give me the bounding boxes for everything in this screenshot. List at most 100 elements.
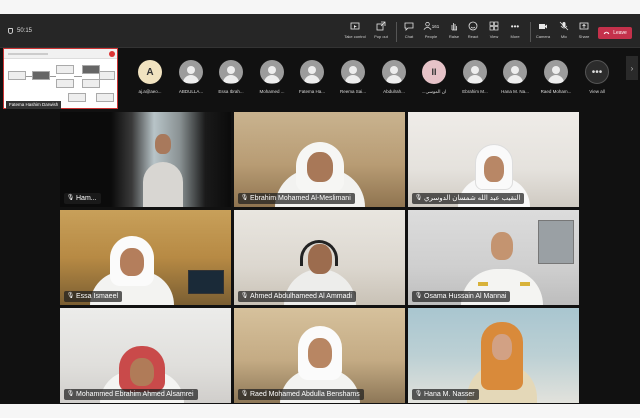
raise-label: Raise	[448, 34, 460, 39]
participant-avatar[interactable]: ABDULLA...	[171, 60, 211, 94]
view-all-label: View all	[589, 89, 605, 94]
diagram-box	[82, 79, 100, 88]
monitor	[188, 270, 224, 294]
tile-name: Ham...	[76, 195, 97, 202]
video-tile[interactable]: 🎙 Osama Hussain Al Mannai	[408, 210, 579, 305]
video-grid: 🎙 Ham... 🎙 Ebrahim Mohamed Al-Meslimani …	[60, 112, 580, 404]
participant-name: Ebrahim M...	[462, 89, 488, 94]
tile-name: Osama Hussain Al Mannai	[424, 293, 507, 300]
tile-name: Ahmed Abdulhameed Al Ammadi	[250, 293, 352, 300]
view-label: View	[489, 34, 499, 39]
person-face	[306, 152, 333, 182]
avatar-initial: A	[138, 60, 162, 84]
participant-avatar[interactable]: Reema Sai...	[333, 60, 373, 94]
participant-avatar[interactable]: Raed Moham...	[536, 60, 576, 94]
video-tile[interactable]: 🎙 Ebrahim Mohamed Al-Meslimani	[234, 112, 405, 207]
window-frame	[538, 220, 574, 264]
tile-name: Ebrahim Mohamed Al-Meslimani	[250, 195, 351, 202]
avatar	[179, 60, 203, 84]
video-tile[interactable]: 🎙 النقيب عبد الله شمسان الدوسري	[408, 112, 579, 207]
tile-name: النقيب عبد الله شمسان الدوسري	[424, 195, 521, 202]
avatar	[300, 60, 324, 84]
view-all-button[interactable]: ••• View all	[577, 60, 617, 94]
pop-out-icon	[376, 21, 386, 31]
diagram-arrow	[74, 76, 82, 77]
participant-avatar[interactable]: Hana M. Na...	[495, 60, 535, 94]
diagram-box	[32, 71, 50, 80]
camera-label: Camera	[535, 34, 551, 39]
mic-label: Mic	[560, 34, 568, 39]
participant-name: Hana M. Na...	[501, 89, 529, 94]
participant-name: Fatema Ha...	[298, 89, 325, 94]
participant-avatar[interactable]: Ebrahim M...	[455, 60, 495, 94]
more-label: More	[510, 34, 520, 39]
person-face	[130, 358, 155, 386]
person-face	[492, 334, 513, 360]
person-face	[483, 156, 504, 182]
person-face	[491, 232, 514, 260]
person-figure	[142, 162, 183, 207]
mic-icon: 🎙	[66, 195, 75, 201]
leave-button[interactable]: Leave	[598, 27, 632, 39]
avatar	[219, 60, 243, 84]
video-tile[interactable]: 🎙 Raed Mohamed Abdulla Benshams	[234, 308, 405, 403]
more-button[interactable]: ••• More	[502, 20, 528, 44]
tile-name: Raed Mohamed Abdulla Benshams	[250, 391, 360, 398]
shared-screen-thumbnail[interactable]: Fatema Hashim Darwish	[3, 48, 118, 109]
mic-icon: 🎙	[414, 293, 423, 299]
participant-name-tag: 🎙 Essa Ismaeel	[64, 291, 123, 302]
diagram-box	[56, 65, 74, 74]
participant-name: Reema Sai...	[339, 89, 366, 94]
pop-out-button[interactable]: Pop out	[368, 20, 394, 44]
video-tile[interactable]: 🎙 Mohammed Ebrahim Ahmed Alsamrei	[60, 308, 231, 403]
mic-icon: 🎙	[240, 195, 249, 201]
video-tile[interactable]: 🎙 Ahmed Abdulhameed Al Ammadi	[234, 210, 405, 305]
video-tile[interactable]: 🎙 Ham...	[60, 112, 231, 207]
participant-name-tag: 🎙 Ebrahim Mohamed Al-Meslimani	[238, 193, 355, 204]
person-face	[307, 338, 332, 368]
avatar	[544, 60, 568, 84]
mic-icon: 🎙	[240, 293, 249, 299]
share-button[interactable]: Share	[571, 20, 597, 44]
meeting-timer: 50:15	[8, 28, 32, 34]
chevron-right-icon[interactable]: ›	[626, 56, 638, 80]
header-bar	[8, 53, 48, 55]
leave-label: Leave	[613, 30, 627, 36]
share-icon	[579, 21, 589, 31]
diagram-box	[68, 93, 86, 102]
view-icon	[489, 21, 499, 31]
participant-name-tag: 🎙 Ham...	[64, 193, 101, 204]
participant-name: Essa Ibrah...	[218, 89, 244, 94]
take-control-icon	[350, 21, 360, 31]
participant-avatar[interactable]: Fatema Ha...	[292, 60, 332, 94]
participant-avatar[interactable]: II ...ان الموسى	[414, 60, 454, 95]
diagram-box	[56, 79, 74, 88]
video-tile[interactable]: 🎙 Essa Ismaeel	[60, 210, 231, 305]
participant-name: ABDULLA...	[178, 89, 204, 94]
people-icon: 161	[422, 21, 440, 31]
presenter-name: Fatema Hashim Darwish	[6, 101, 62, 109]
raise-hand-icon	[449, 21, 459, 31]
tile-name: Essa Ismaeel	[76, 293, 119, 300]
participant-avatar[interactable]: Mohamed ...	[252, 60, 292, 94]
avatar	[382, 60, 406, 84]
people-label: People	[424, 34, 438, 39]
tile-name: Hana M. Nasser	[424, 391, 475, 398]
person-face	[154, 134, 171, 154]
participant-avatar[interactable]: A aj.a@aeo...	[130, 60, 170, 94]
top-border	[0, 0, 640, 14]
participant-name: Raed Moham...	[540, 89, 572, 94]
more-icon: •••	[510, 21, 520, 31]
mic-icon: 🎙	[66, 391, 75, 397]
video-tile[interactable]: 🎙 Hana M. Nasser	[408, 308, 579, 403]
avatar-initial: II	[422, 60, 446, 84]
avatar	[503, 60, 527, 84]
participant-avatar[interactable]: Abdulrah...	[374, 60, 414, 94]
meeting-toolbar: 50:15 Take control Pop out Chat 161 Peop…	[0, 14, 640, 48]
participant-avatar[interactable]: Essa Ibrah...	[211, 60, 251, 94]
avatar	[341, 60, 365, 84]
epaulette	[520, 282, 530, 286]
diagram-box	[82, 65, 100, 74]
take-control-button[interactable]: Take control	[342, 20, 368, 44]
avatar	[260, 60, 284, 84]
